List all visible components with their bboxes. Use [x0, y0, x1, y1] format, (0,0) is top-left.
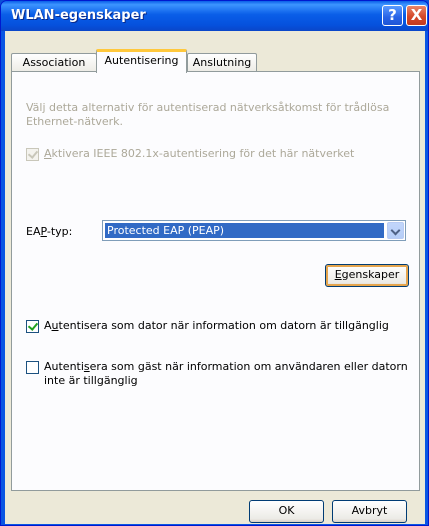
eap-type-label: EAP-typ:	[26, 225, 73, 238]
guest-auth-checkbox-row: Autentisera som gäst när information om …	[26, 360, 410, 388]
tab-anslutning[interactable]: Anslutning	[187, 53, 257, 72]
help-icon[interactable]: ?	[382, 5, 403, 26]
title-bar[interactable]: WLAN-egenskaper ? X	[1, 1, 428, 31]
tab-autentisering-label: Autentisering	[104, 54, 179, 67]
tab-association[interactable]: Association	[11, 53, 97, 72]
tab-panel-autentisering: Välj detta alternativ för autentiserad n…	[11, 71, 420, 491]
guest-auth-checkbox[interactable]	[26, 361, 39, 374]
tab-anslutning-label: Anslutning	[192, 56, 252, 69]
close-icon[interactable]: X	[406, 5, 427, 26]
cancel-button[interactable]: Avbryt	[332, 500, 407, 523]
computer-auth-label: Autentisera som dator när information om…	[44, 319, 389, 332]
computer-auth-checkbox[interactable]	[26, 320, 39, 333]
eap-type-value: Protected EAP (PEAP)	[105, 223, 384, 238]
ok-button[interactable]: OK	[249, 500, 324, 523]
auth-description: Välj detta alternativ för autentiserad n…	[26, 101, 390, 128]
properties-button[interactable]: Egenskaper	[325, 264, 409, 287]
enable-8021x-label: Aktivera IEEE 802.1x-autentisering för d…	[44, 147, 355, 160]
computer-auth-checkbox-row: Autentisera som dator när information om…	[26, 319, 389, 333]
dialog-window: WLAN-egenskaper ? X Association Autentis…	[0, 0, 429, 526]
guest-auth-label: Autentisera som gäst när information om …	[44, 360, 408, 387]
eap-type-select[interactable]: Protected EAP (PEAP)	[102, 220, 406, 241]
tab-association-label: Association	[22, 56, 86, 69]
tab-autentisering[interactable]: Autentisering	[96, 49, 187, 73]
chevron-down-icon[interactable]	[387, 222, 404, 239]
enable-8021x-checkbox[interactable]	[26, 148, 39, 161]
window-title: WLAN-egenskaper	[11, 8, 146, 23]
enable-8021x-checkbox-row: Aktivera IEEE 802.1x-autentisering för d…	[26, 147, 354, 161]
dialog-body: Association Autentisering Anslutning Väl…	[5, 31, 425, 524]
